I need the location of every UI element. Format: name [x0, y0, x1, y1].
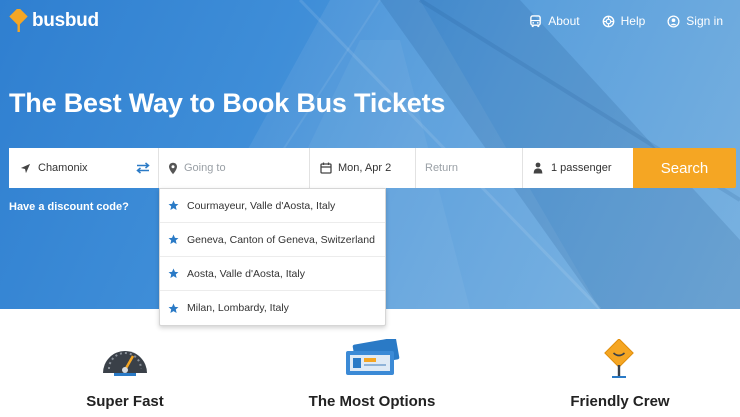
- suggestion-label: Geneva, Canton of Geneva, Switzerland: [187, 233, 375, 246]
- search-button[interactable]: Search: [633, 148, 736, 188]
- suggestion-item[interactable]: Milan, Lombardy, Italy: [160, 291, 385, 325]
- tickets-icon: [344, 337, 400, 382]
- discount-code-link[interactable]: Have a discount code?: [9, 201, 129, 213]
- destination-input[interactable]: [184, 162, 294, 174]
- origin-value: Chamonix: [38, 162, 88, 174]
- suggestion-item[interactable]: Courmayeur, Valle d'Aosta, Italy: [160, 189, 385, 223]
- feature-label: Super Fast: [86, 393, 164, 410]
- suggestion-item[interactable]: Aosta, Valle d'Aosta, Italy: [160, 257, 385, 291]
- location-arrow-icon: [20, 163, 31, 174]
- nav-help-label: Help: [620, 14, 646, 28]
- star-icon: [168, 303, 179, 313]
- speedometer-icon: [100, 339, 150, 382]
- destination-field[interactable]: [159, 148, 310, 188]
- nav-about[interactable]: About: [529, 14, 580, 28]
- road-sign-icon: [604, 338, 636, 384]
- brand-name: busbud: [32, 10, 99, 31]
- nav-signin-label: Sign in: [686, 14, 723, 28]
- passenger-field[interactable]: 1 passenger: [523, 148, 633, 188]
- nav-signin[interactable]: Sign in: [667, 14, 723, 28]
- suggestion-item[interactable]: Geneva, Canton of Geneva, Switzerland: [160, 223, 385, 257]
- star-icon: [168, 200, 179, 210]
- suggestion-label: Milan, Lombardy, Italy: [187, 302, 289, 314]
- bus-icon: [530, 14, 542, 27]
- star-icon: [168, 268, 179, 278]
- departure-date-value: Mon, Apr 2: [338, 162, 392, 174]
- busbud-logo[interactable]: busbud: [9, 9, 99, 33]
- nav-help[interactable]: Help: [602, 14, 646, 28]
- search-form: Chamonix Mon, Apr 2 Return 1 passenger: [9, 148, 736, 188]
- person-icon: [533, 162, 543, 174]
- top-nav: About Help Sign in: [529, 14, 723, 28]
- passenger-value: 1 passenger: [551, 162, 612, 174]
- user-icon: [667, 14, 680, 28]
- star-icon: [168, 234, 179, 244]
- busbud-logo-icon: [9, 9, 28, 32]
- return-date-placeholder: Return: [425, 162, 459, 174]
- suggestion-label: Courmayeur, Valle d'Aosta, Italy: [187, 199, 336, 212]
- suggestion-label: Aosta, Valle d'Aosta, Italy: [187, 267, 305, 280]
- nav-about-label: About: [548, 14, 580, 28]
- page-title: The Best Way to Book Bus Tickets: [9, 88, 446, 118]
- origin-field[interactable]: Chamonix: [9, 148, 159, 188]
- departure-date-field[interactable]: Mon, Apr 2: [310, 148, 416, 188]
- feature-label: Friendly Crew: [570, 393, 670, 410]
- return-date-field[interactable]: Return: [416, 148, 523, 188]
- feature-label: The Most Options: [308, 393, 436, 410]
- destination-suggestions: Courmayeur, Valle d'Aosta, Italy Geneva,…: [159, 188, 386, 326]
- calendar-icon: [320, 162, 332, 174]
- map-marker-icon: [168, 162, 178, 175]
- swap-icon[interactable]: [136, 162, 150, 174]
- lifebuoy-icon: [602, 15, 615, 27]
